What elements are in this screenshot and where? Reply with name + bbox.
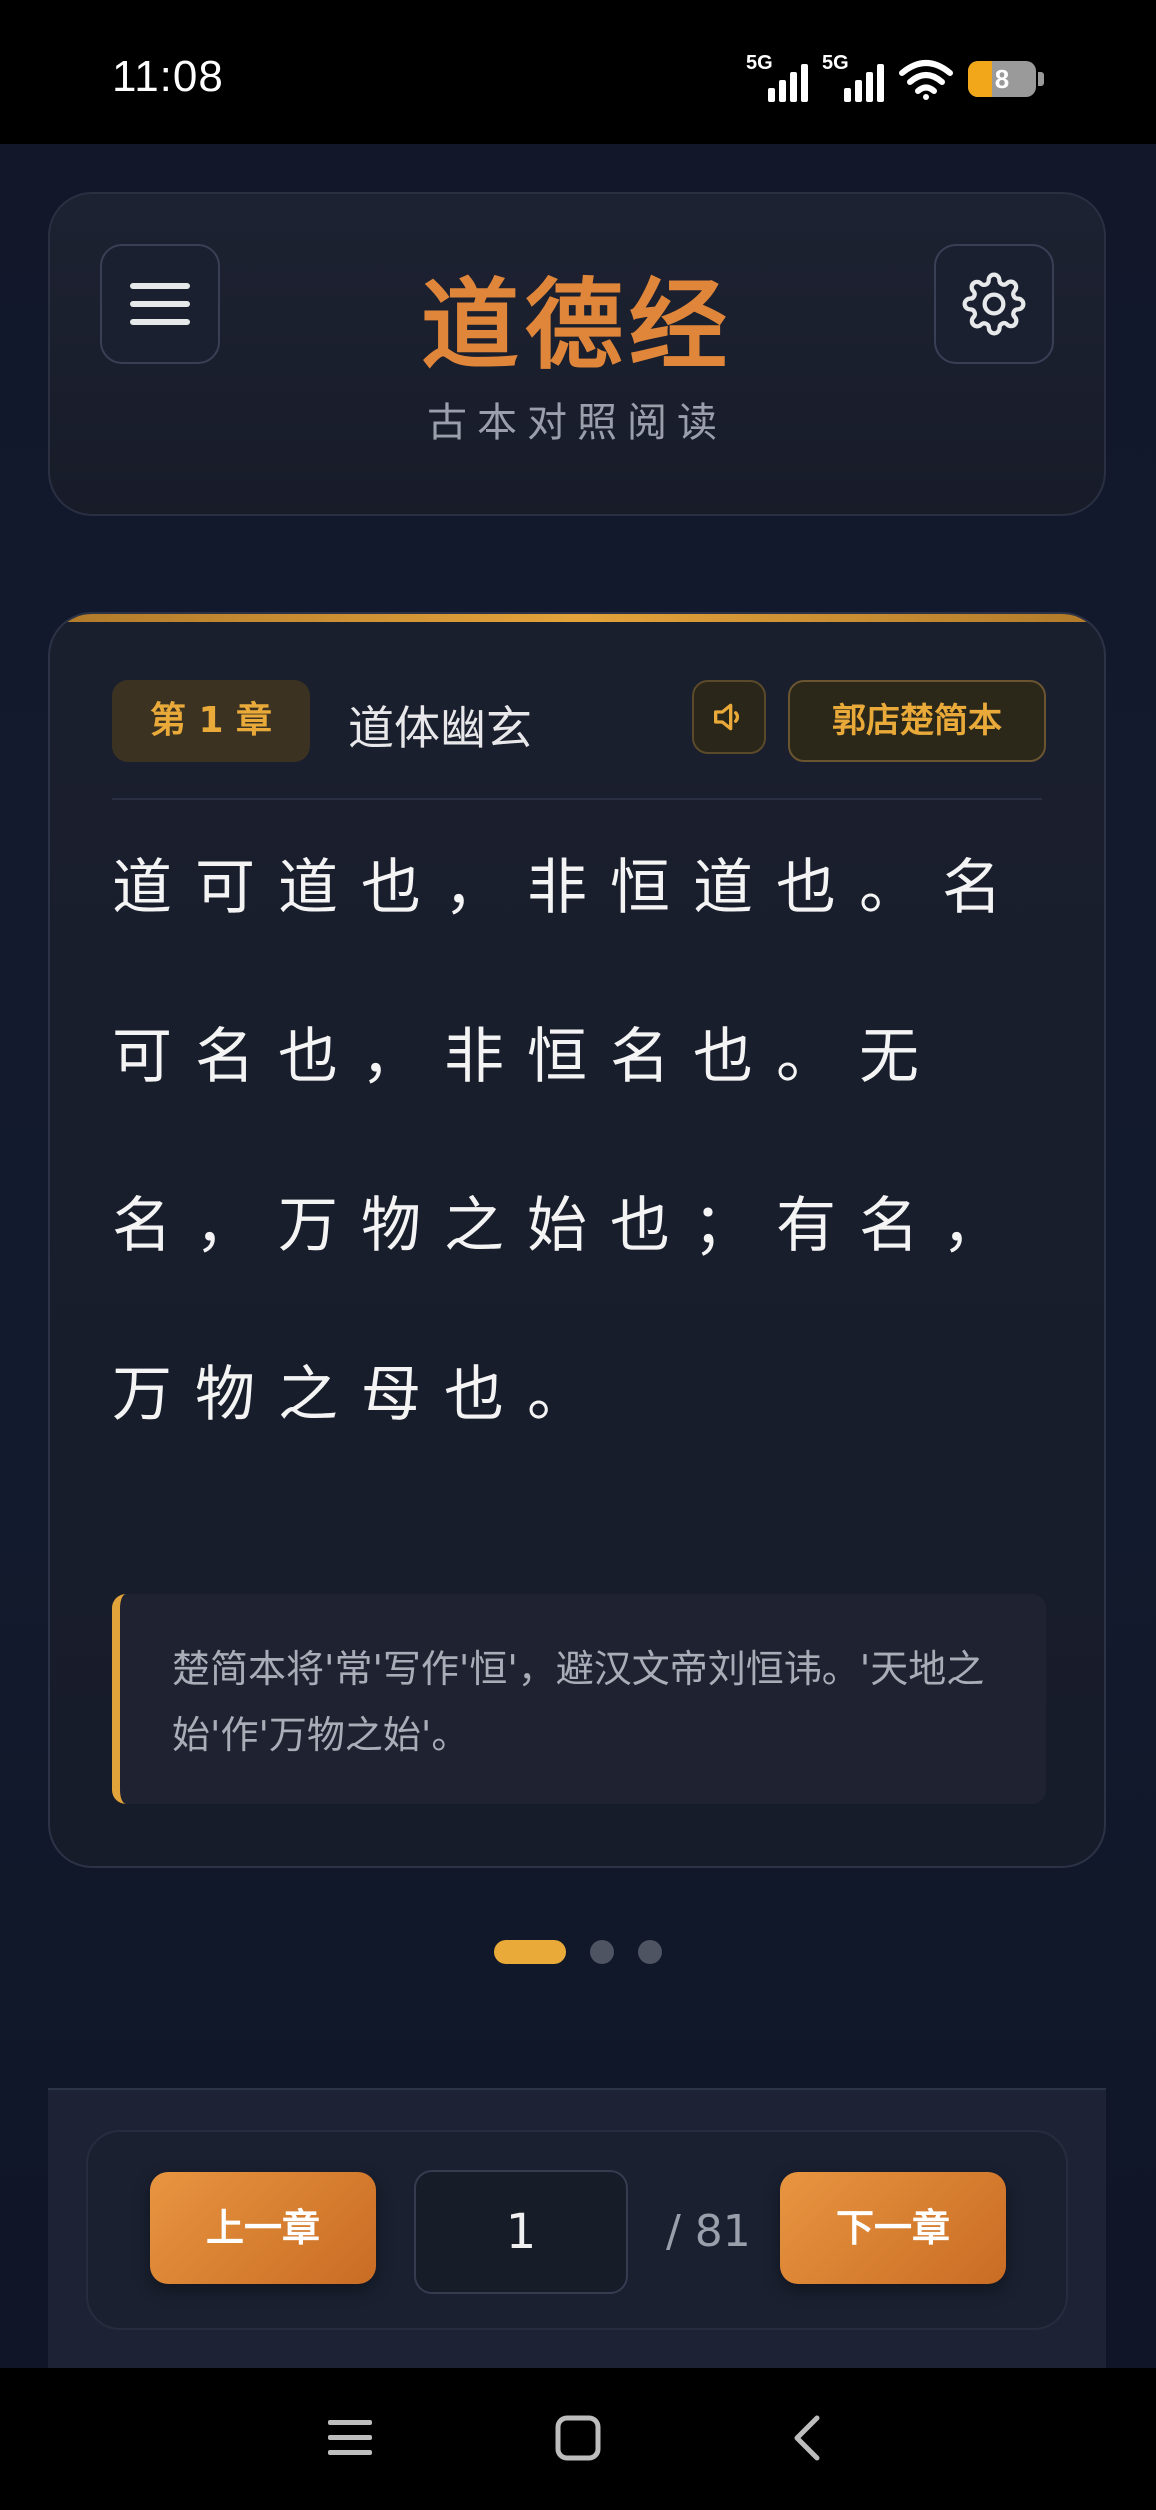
app-subtitle: 古本对照阅读 (427, 400, 727, 446)
chapter-title: 道体幽玄 (348, 701, 532, 755)
recent-apps-button[interactable] (320, 2408, 380, 2468)
signal-icon: 5G (822, 52, 884, 102)
bottom-bar: 上一章 1 / 81 下一章 (48, 2088, 1106, 2368)
header-card: 道德经 古本对照阅读 (48, 192, 1106, 516)
next-chapter-button[interactable]: 下一章 (780, 2172, 1006, 2284)
speaker-icon (714, 703, 740, 731)
system-navigation-bar (0, 2368, 1156, 2510)
home-button[interactable] (548, 2408, 608, 2468)
previous-chapter-button[interactable]: 上一章 (150, 2172, 376, 2284)
page-dot[interactable] (590, 1940, 614, 1964)
status-bar: 11:08 5G 5G 8 (0, 0, 1156, 144)
page-indicator (0, 1940, 1156, 1964)
back-arrow-icon (794, 2415, 820, 2461)
card-accent-line (50, 614, 1104, 622)
chapter-total: / 81 (666, 2206, 751, 2257)
version-selector-button[interactable]: 郭店楚简本 (788, 680, 1046, 762)
signal-icon: 5G (746, 52, 808, 102)
square-home-icon (555, 2415, 601, 2461)
chapter-number-input[interactable]: 1 (414, 2170, 628, 2294)
divider (112, 798, 1042, 800)
battery-level: 8 (994, 64, 1010, 94)
wifi-icon (899, 60, 953, 100)
app-screen: 11:08 5G 5G 8 道德经 古本对照阅读 第 1 章 道体幽玄 郭店楚简… (0, 0, 1156, 2510)
audio-button[interactable] (692, 680, 766, 754)
battery-icon: 8 (968, 61, 1036, 97)
page-dot[interactable] (638, 1940, 662, 1964)
chapter-text: 道可道也，非恒道也。名可名也，非恒名也。无名，万物之始也；有名，万物之母也。 (112, 853, 1025, 1430)
chapter-card: 第 1 章 道体幽玄 郭店楚简本 道可道也，非恒道也。名可名也，非恒名也。无名，… (48, 612, 1106, 1868)
status-icons: 5G 5G 8 (746, 52, 1044, 104)
page-dot-active[interactable] (494, 1940, 566, 1964)
chapter-number-badge: 第 1 章 (112, 680, 310, 762)
gear-icon (962, 272, 1026, 336)
chapter-navigation: 上一章 1 / 81 下一章 (86, 2130, 1068, 2330)
annotation-note: 楚简本将'常'写作'恒'，避汉文帝刘恒讳。'天地之始'作'万物之始'。 (112, 1594, 1046, 1804)
back-button[interactable] (776, 2408, 836, 2468)
status-time: 11:08 (112, 52, 224, 101)
settings-button[interactable] (934, 244, 1054, 364)
menu-lines-icon (328, 2420, 372, 2455)
